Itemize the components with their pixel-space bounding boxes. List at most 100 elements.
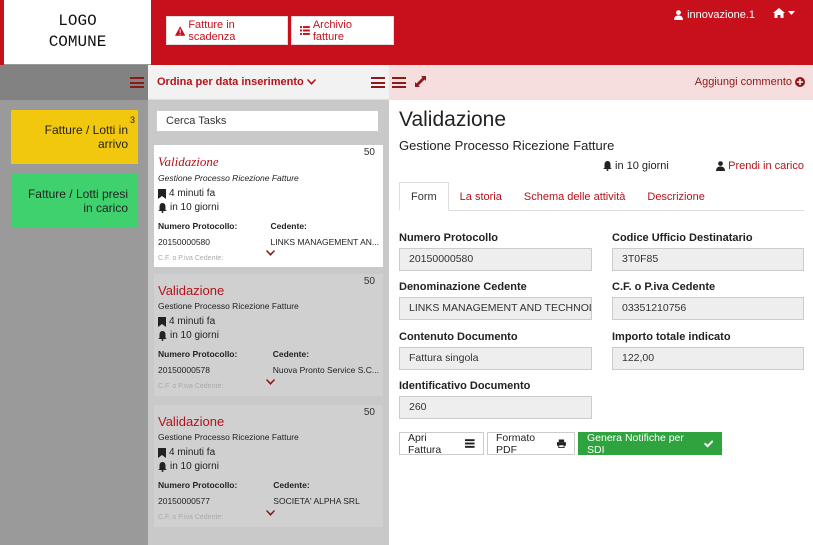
detail-menu-icon[interactable]: [392, 77, 406, 88]
user-icon: [674, 10, 684, 20]
task-detail: Validazione Gestione Processo Ricezione …: [389, 100, 813, 545]
contenuto-documento-field[interactable]: Fattura singola: [399, 347, 592, 370]
cf-piva-field[interactable]: 03351210756: [612, 297, 804, 320]
expand-chevron-icon[interactable]: [266, 249, 275, 258]
tab-storia[interactable]: La storia: [449, 182, 513, 211]
codice-ufficio-field[interactable]: 3T0F85: [612, 248, 804, 271]
warning-icon: [175, 25, 186, 36]
cedente-value: Nuova Pronto Service S.C...: [272, 365, 379, 375]
search-tasks-placeholder: Cerca Tasks: [166, 115, 227, 127]
home-menu[interactable]: [773, 8, 795, 18]
codice-ufficio-label: Codice Ufficio Destinatario: [612, 232, 753, 244]
cedente-label: Cedente:: [270, 221, 307, 231]
numero-protocollo-label: Numero Protocollo: [399, 232, 499, 244]
task-due: in 10 giorni: [158, 202, 379, 213]
tab-schema-attivita[interactable]: Schema delle attività: [513, 182, 637, 211]
sidebar-menu-icon[interactable]: [130, 77, 144, 88]
sort-label: Ordina per data inserimento: [157, 76, 304, 88]
bell-icon: [158, 461, 167, 472]
bell-icon: [603, 161, 612, 171]
formato-pdf-button[interactable]: Formato PDF: [487, 431, 575, 456]
take-charge-button[interactable]: Prendi in carico: [716, 160, 804, 172]
sidebar: 3 Fatture / Lotti in arrivo Fatture / Lo…: [0, 65, 148, 545]
archivio-fatture-label: Archivio fatture: [312, 18, 352, 43]
cedente-value: LINKS MANAGEMENT AN...: [270, 237, 379, 247]
bookmark-icon: [158, 316, 166, 327]
expand-chevron-icon[interactable]: [266, 378, 275, 387]
task-age: 4 minuti fa: [158, 316, 379, 327]
arrivo-label: Fatture / Lotti in arrivo: [44, 123, 128, 151]
genera-notifiche-button[interactable]: Genera Notifiche per SDI: [578, 431, 722, 456]
detail-header: Aggiungi commento: [389, 65, 813, 100]
importo-totale-field[interactable]: 122,00: [612, 347, 804, 370]
task-title: Validazione: [158, 154, 219, 169]
detail-subtitle: Gestione Processo Ricezione Fatture: [399, 138, 615, 153]
list-icon: [300, 26, 310, 35]
home-icon: [773, 8, 785, 18]
denominazione-cedente-label: Denominazione Cedente: [399, 281, 527, 293]
search-tasks-input[interactable]: Cerca Tasks: [156, 110, 379, 132]
task-title: Validazione: [158, 283, 225, 298]
task-card[interactable]: 50 Validazione Gestione Processo Ricezio…: [154, 405, 383, 527]
protocol-value: 20150000578: [158, 365, 211, 375]
formato-pdf-label: Formato PDF: [496, 431, 536, 456]
cedente-label: Cedente:: [272, 349, 310, 359]
protocol-label: Numero Protocollo:: [158, 349, 238, 359]
denominazione-cedente-field[interactable]: LINKS MANAGEMENT AND TECHNOLOGY: [399, 297, 592, 320]
username: innovazione.1: [687, 9, 755, 21]
detail-title: Validazione: [399, 108, 507, 131]
numero-protocollo-field[interactable]: 20150000580: [399, 248, 592, 271]
tab-form[interactable]: Form: [399, 182, 449, 211]
protocol-value: 20150000577: [158, 496, 211, 506]
logo[interactable]: LOGO COMUNE: [4, 0, 151, 65]
task-due-text: in 10 giorni: [170, 330, 219, 341]
task-age: 4 minuti fa: [158, 188, 379, 199]
identificativo-documento-field[interactable]: 260: [399, 396, 592, 419]
task-list-header: Ordina per data inserimento: [148, 65, 389, 100]
bookmark-icon: [158, 447, 166, 458]
genera-notifiche-label: Genera Notifiche per SDI: [587, 431, 684, 456]
protocol-label: Numero Protocollo:: [158, 480, 238, 490]
user-menu[interactable]: innovazione.1: [674, 9, 755, 21]
task-number: 50: [363, 147, 375, 158]
arrivo-count-badge: 3: [129, 115, 135, 125]
print-icon: [557, 439, 566, 448]
check-icon: [703, 439, 713, 448]
bell-icon: [158, 202, 167, 213]
user-icon: [716, 161, 726, 171]
task-list: Ordina per data inserimento Cerca Tasks …: [148, 65, 389, 545]
fatture-in-arrivo-card[interactable]: 3 Fatture / Lotti in arrivo: [11, 110, 138, 164]
archivio-fatture-button[interactable]: Archivio fatture: [291, 16, 394, 45]
task-card[interactable]: 50 Validazione Gestione Processo Ricezio…: [154, 274, 383, 396]
carico-label: Fatture / Lotti presi in carico: [27, 187, 128, 215]
task-list-menu-icon[interactable]: [371, 77, 385, 88]
fatture-scadenza-label: Fatture in scadenza: [188, 18, 236, 43]
expand-chevron-icon[interactable]: [266, 509, 275, 518]
task-age-text: 4 minuti fa: [169, 316, 216, 327]
fatture-scadenza-button[interactable]: Fatture in scadenza: [166, 16, 288, 45]
task-process: Gestione Processo Ricezione Fatture: [158, 301, 299, 311]
chevron-down-icon: [306, 79, 316, 85]
task-card[interactable]: 50 Validazione Gestione Processo Ricezio…: [154, 145, 383, 267]
fatture-prese-in-carico-card[interactable]: Fatture / Lotti presi in carico: [11, 174, 138, 227]
contenuto-documento-label: Contenuto Documento: [399, 331, 518, 343]
tab-descrizione[interactable]: Descrizione: [636, 182, 715, 211]
task-number: 50: [363, 407, 375, 418]
menu-lines-icon: [465, 439, 475, 448]
cedente-value: SOCIETA' ALPHA SRL: [273, 496, 360, 506]
task-due: in 10 giorni: [158, 461, 379, 472]
task-due-text: in 10 giorni: [170, 202, 219, 213]
identificativo-documento-label: Identificativo Documento: [399, 380, 531, 392]
bell-icon: [158, 330, 167, 341]
task-age: 4 minuti fa: [158, 447, 379, 458]
apri-fattura-button[interactable]: Apri Fattura: [399, 432, 484, 456]
expand-icon[interactable]: [415, 76, 426, 87]
logo-line-1: LOGO: [58, 12, 97, 30]
add-comment-label: Aggiungi commento: [694, 76, 792, 88]
detail-tabs: Form La storia Schema delle attività Des…: [399, 182, 804, 211]
top-bar: LOGO COMUNE Fatture in scadenza Archivio…: [0, 0, 813, 65]
protocol-value: 20150000580: [158, 237, 211, 247]
sort-dropdown[interactable]: Ordina per data inserimento: [157, 76, 316, 88]
add-comment-button[interactable]: Aggiungi commento: [695, 76, 805, 88]
task-age-text: 4 minuti fa: [169, 447, 216, 458]
